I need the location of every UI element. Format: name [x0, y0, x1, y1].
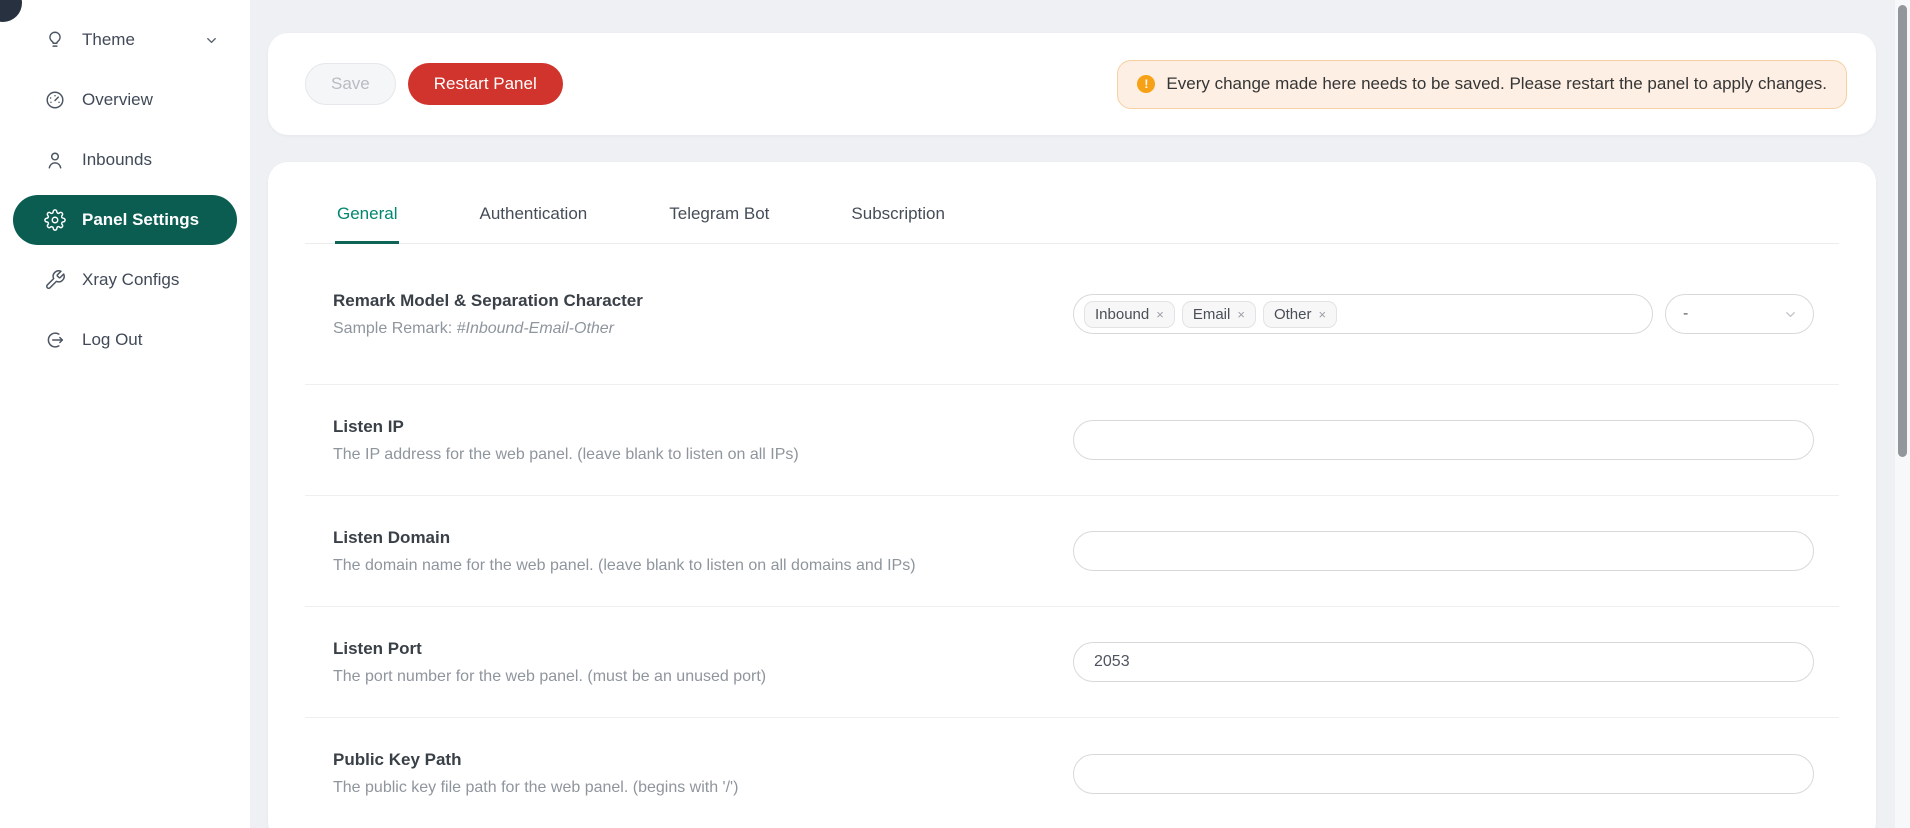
tab-telegram-bot[interactable]: Telegram Bot — [667, 204, 771, 244]
remark-model-multiselect[interactable]: Inbound × Email × Other × — [1073, 294, 1653, 334]
row-label: Listen Port The port number for the web … — [333, 639, 766, 686]
form-row-listen-ip: Listen IP The IP address for the web pan… — [305, 385, 1839, 496]
sidebar-item-label: Panel Settings — [82, 210, 199, 230]
row-label: Listen Domain The domain name for the we… — [333, 528, 916, 575]
row-title: Public Key Path — [333, 750, 738, 770]
form-row-listen-port: Listen Port The port number for the web … — [305, 607, 1839, 718]
tag-close-icon[interactable]: × — [1237, 308, 1245, 321]
row-label: Public Key Path The public key file path… — [333, 750, 738, 797]
tag-other[interactable]: Other × — [1263, 301, 1337, 328]
wrench-icon — [44, 269, 66, 291]
settings-tabs: General Authentication Telegram Bot Subs… — [305, 162, 1839, 244]
row-description: The port number for the web panel. (must… — [333, 668, 766, 686]
panel-settings-card: General Authentication Telegram Bot Subs… — [268, 162, 1876, 828]
sidebar: Theme Overview Inbounds — [0, 0, 250, 828]
row-controls — [1073, 754, 1814, 794]
toolbar-card: Save Restart Panel ! Every change made h… — [268, 33, 1876, 135]
tab-general[interactable]: General — [335, 204, 399, 244]
tag-label: Email — [1193, 306, 1231, 323]
unsaved-changes-alert: ! Every change made here needs to be sav… — [1117, 60, 1847, 109]
form-row-listen-domain: Listen Domain The domain name for the we… — [305, 496, 1839, 607]
form-row-public-key-path: Public Key Path The public key file path… — [305, 718, 1839, 828]
row-title: Listen IP — [333, 417, 799, 437]
restart-panel-button[interactable]: Restart Panel — [408, 63, 563, 105]
gear-icon — [44, 209, 66, 231]
separator-value: - — [1683, 305, 1688, 323]
sidebar-nav: Theme Overview Inbounds — [0, 0, 250, 365]
sidebar-item-label: Log Out — [82, 330, 143, 350]
sidebar-item-inbounds[interactable]: Inbounds — [13, 135, 237, 185]
tag-close-icon[interactable]: × — [1156, 308, 1164, 321]
chevron-down-icon — [1783, 307, 1798, 322]
warning-icon: ! — [1137, 75, 1155, 93]
save-button[interactable]: Save — [305, 63, 396, 105]
tag-inbound[interactable]: Inbound × — [1084, 301, 1175, 328]
chevron-down-icon[interactable] — [204, 33, 219, 48]
bulb-icon — [44, 29, 66, 51]
scrollbar[interactable] — [1895, 0, 1910, 828]
scrollbar-thumb[interactable] — [1898, 5, 1907, 457]
tab-authentication[interactable]: Authentication — [477, 204, 589, 244]
tag-label: Inbound — [1095, 306, 1149, 323]
sidebar-item-logout[interactable]: Log Out — [13, 315, 237, 365]
form-row-remark-model: Remark Model & Separation Character Samp… — [305, 244, 1839, 385]
sample-remark-value: #Inbound-Email-Other — [457, 320, 614, 337]
sidebar-item-xray-configs[interactable]: Xray Configs — [13, 255, 237, 305]
tag-email[interactable]: Email × — [1182, 301, 1256, 328]
sidebar-item-label: Inbounds — [82, 150, 152, 170]
row-description: Sample Remark: #Inbound-Email-Other — [333, 320, 643, 338]
alert-text: Every change made here needs to be saved… — [1166, 74, 1827, 94]
row-controls — [1073, 420, 1814, 460]
sidebar-item-label: Theme — [82, 30, 135, 50]
row-label: Remark Model & Separation Character Samp… — [333, 291, 643, 338]
row-title: Listen Port — [333, 639, 766, 659]
main-content: Save Restart Panel ! Every change made h… — [268, 33, 1876, 828]
sidebar-item-overview[interactable]: Overview — [13, 75, 237, 125]
tag-label: Other — [1274, 306, 1312, 323]
row-title: Listen Domain — [333, 528, 916, 548]
row-description: The domain name for the web panel. (leav… — [333, 557, 916, 575]
row-label: Listen IP The IP address for the web pan… — [333, 417, 799, 464]
sidebar-item-theme[interactable]: Theme — [13, 15, 237, 65]
listen-domain-input[interactable] — [1073, 531, 1814, 571]
sidebar-item-label: Overview — [82, 90, 153, 110]
sidebar-item-panel-settings[interactable]: Panel Settings — [13, 195, 237, 245]
sidebar-item-label: Xray Configs — [82, 270, 179, 290]
gauge-icon — [44, 89, 66, 111]
public-key-path-input[interactable] — [1073, 754, 1814, 794]
remark-controls: Inbound × Email × Other × - — [1073, 294, 1814, 334]
row-title: Remark Model & Separation Character — [333, 291, 643, 311]
listen-ip-input[interactable] — [1073, 420, 1814, 460]
row-description: The public key file path for the web pan… — [333, 779, 738, 797]
row-description: The IP address for the web panel. (leave… — [333, 446, 799, 464]
logout-icon — [44, 329, 66, 351]
listen-port-input[interactable] — [1073, 642, 1814, 682]
sample-remark-prefix: Sample Remark: — [333, 320, 457, 337]
row-controls — [1073, 642, 1814, 682]
tag-close-icon[interactable]: × — [1318, 308, 1326, 321]
row-controls — [1073, 531, 1814, 571]
user-icon — [44, 149, 66, 171]
separator-select[interactable]: - — [1665, 294, 1814, 334]
tab-subscription[interactable]: Subscription — [849, 204, 947, 244]
